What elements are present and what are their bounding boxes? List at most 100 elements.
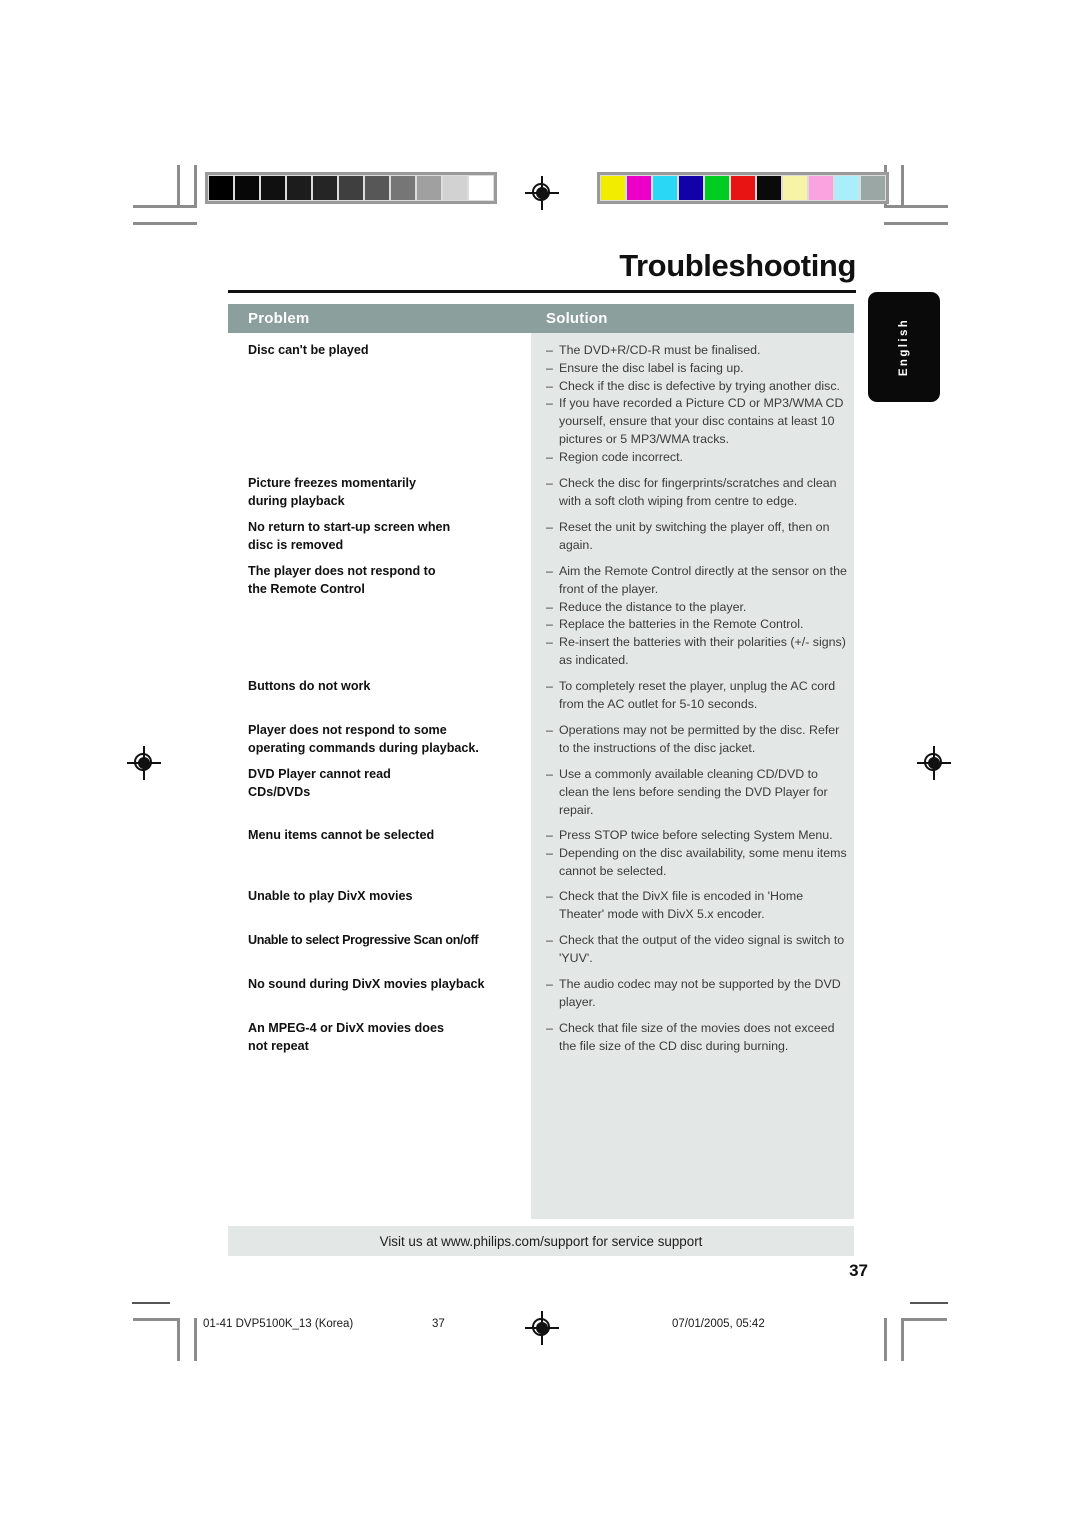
bullet-dash: – xyxy=(546,520,553,534)
solution-text: Reduce the distance to the player. xyxy=(559,599,747,614)
table-body: Disc can't be played Picture freezes mome… xyxy=(228,333,854,1219)
solution-item: – Check that file size of the movies does… xyxy=(546,1020,848,1056)
bullet-dash: – xyxy=(546,679,553,693)
solution-text: Check if the disc is defective by trying… xyxy=(559,378,840,393)
crop-mark-bottom-right-vertical xyxy=(884,1318,887,1361)
bullet-dash: – xyxy=(546,599,553,614)
language-tab-english: English xyxy=(868,292,940,402)
crop-mark-bottom-left-vertical-2 xyxy=(194,1318,197,1361)
solution-text: The audio codec may not be supported by … xyxy=(559,977,841,1009)
solution-item: – Use a commonly available cleaning CD/DV… xyxy=(546,766,848,819)
table-row-problem: Menu items cannot be selected xyxy=(248,827,531,888)
solution-text: Press STOP twice before selecting System… xyxy=(559,828,833,842)
problem-line: disc is removed xyxy=(248,537,344,552)
problem-line: DVD Player cannot read xyxy=(248,767,391,781)
swatch-2 xyxy=(260,175,286,201)
table-row-problem: Player does not respond to some operating… xyxy=(248,722,531,766)
support-banner-text: Visit us at www.philips.com/support for … xyxy=(379,1233,703,1249)
table-row-solution: – Check that the DivX file is encoded in … xyxy=(546,888,848,932)
title-divider xyxy=(228,290,856,293)
swatch-9 xyxy=(834,175,860,201)
problem-line: not repeat xyxy=(248,1038,309,1053)
crop-mark-top-left-inner xyxy=(177,165,180,208)
swatch-6 xyxy=(364,175,390,201)
swatch-4 xyxy=(312,175,338,201)
solution-item: – Check the disc for fingerprints/scratch… xyxy=(546,475,848,511)
solution-item: – If you have recorded a Picture CD or MP… xyxy=(546,395,848,448)
problem-line: CDs/DVDs xyxy=(248,784,311,799)
swatch-4 xyxy=(704,175,730,201)
problem-line: Unable to play DivX movies xyxy=(248,889,413,903)
problem-line: Unable to select Progressive Scan on/off xyxy=(248,933,479,947)
table-row-solution: – The DVD+R/CD-R must be finalised. – Ensur… xyxy=(546,342,848,475)
table-row-problem: Buttons do not work xyxy=(248,678,531,722)
bullet-dash: – xyxy=(546,360,553,375)
swatch-3 xyxy=(678,175,704,201)
footer-file-name: 01-41 DVP5100K_13 (Korea) xyxy=(203,1318,354,1330)
swatch-5 xyxy=(730,175,756,201)
swatch-10 xyxy=(468,175,494,201)
table-row-problem: No sound during DivX movies playback xyxy=(248,976,531,1020)
bullet-dash: – xyxy=(546,977,553,991)
table-row-solution: – Operations may not be permitted by the … xyxy=(546,722,848,766)
swatch-6 xyxy=(756,175,782,201)
bullet-dash: – xyxy=(546,449,553,464)
solution-item: – To completely reset the player, unplug … xyxy=(546,678,848,714)
footer-date: 07/01/2005, 05:42 xyxy=(672,1318,765,1330)
solution-item: – Re-insert the batteries with their pola… xyxy=(546,634,848,670)
solution-item: – The DVD+R/CD-R must be finalised. xyxy=(546,342,848,360)
problem-line: Menu items cannot be selected xyxy=(248,828,435,842)
footer-page-number: 37 xyxy=(432,1318,445,1330)
problem-line: Player does not respond to some xyxy=(248,723,447,737)
swatch-10 xyxy=(860,175,886,201)
solution-text: The DVD+R/CD-R must be finalised. xyxy=(559,343,761,357)
grayscale-swatch-strip xyxy=(205,172,497,204)
solution-item: – Depending on the disc availability, som… xyxy=(546,845,848,881)
column-header-solution: Solution xyxy=(546,310,608,327)
bullet-dash: – xyxy=(546,396,553,411)
crop-mark-bottom-right-horizontal xyxy=(901,1318,947,1321)
table-row-problem: An MPEG-4 or DivX movies does not repeat xyxy=(248,1020,531,1064)
solution-text: Use a commonly available cleaning CD/DVD… xyxy=(559,767,828,817)
table-row-problem: Unable to play DivX movies xyxy=(248,888,531,932)
registration-mark-right-middle xyxy=(917,746,951,780)
table-row-problem: Disc can't be played xyxy=(248,342,531,475)
footer-rule-right xyxy=(910,1302,948,1304)
table-row-problem: DVD Player cannot read CDs/DVDs xyxy=(248,766,531,827)
solution-item: – Reduce the distance to the player. xyxy=(546,599,848,617)
bullet-dash: – xyxy=(546,933,553,947)
bullet-dash: – xyxy=(546,476,553,490)
solution-item: – Check that the DivX file is encoded in … xyxy=(546,888,848,924)
swatch-0 xyxy=(208,175,234,201)
bullet-dash: – xyxy=(546,564,553,578)
solution-item: – Region code incorrect. xyxy=(546,449,848,467)
solution-item: – Operations may not be permitted by the … xyxy=(546,722,848,758)
crop-mark-bottom-left-vertical xyxy=(177,1318,180,1361)
solution-text: Region code incorrect. xyxy=(559,449,683,464)
table-row-solution: – Use a commonly available cleaning CD/DV… xyxy=(546,766,848,827)
problem-line: No return to start-up screen when xyxy=(248,520,451,534)
solution-item: – Ensure the disc label is facing up. xyxy=(546,360,848,378)
solution-item: – Aim the Remote Control directly at the … xyxy=(546,563,848,599)
bullet-dash: – xyxy=(546,723,553,737)
table-row-solution: – Reset the unit by switching the player … xyxy=(546,519,848,563)
solution-item: – Check if the disc is defective by tryin… xyxy=(546,378,848,396)
table-row-solution: – Check that file size of the movies does… xyxy=(546,1020,848,1064)
problem-line: the Remote Control xyxy=(248,581,365,596)
bullet-dash: – xyxy=(546,617,553,632)
swatch-2 xyxy=(652,175,678,201)
problem-line: Picture freezes momentarily xyxy=(248,476,416,490)
crop-mark-top-left-vertical xyxy=(194,165,197,208)
solution-text: Operations may not be permitted by the d… xyxy=(559,723,840,755)
solution-text: Ensure the disc label is facing up. xyxy=(559,360,744,375)
solution-text: Check that the DivX file is encoded in '… xyxy=(559,889,804,921)
crop-mark-top-left-horizontal xyxy=(133,205,197,208)
bullet-dash: – xyxy=(546,845,553,860)
color-swatch-strip xyxy=(597,172,889,204)
crop-mark-top-right-horizontal xyxy=(884,205,948,208)
solution-text: Aim the Remote Control directly at the s… xyxy=(559,564,847,596)
problem-line: during playback xyxy=(248,493,345,508)
problem-line: operating commands during playback. xyxy=(248,740,479,755)
language-tab-label: English xyxy=(898,317,910,377)
swatch-0 xyxy=(600,175,626,201)
